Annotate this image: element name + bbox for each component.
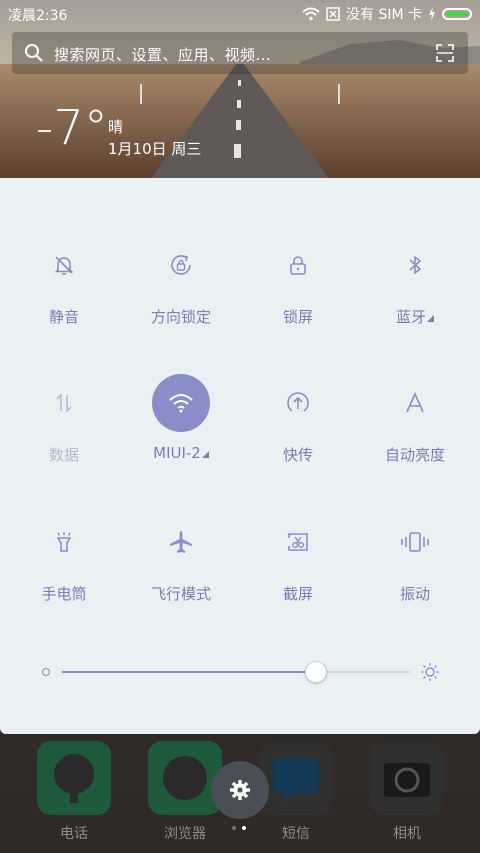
rotation-lock-icon <box>171 255 191 275</box>
quick-settings-panel: 静音 方向锁定 锁屏 蓝牙 数据 MIUI-2 快传 自动亮度 手电筒 飞行模式… <box>0 178 480 734</box>
flashlight-icon <box>57 532 71 552</box>
tile-airplane-mode[interactable]: 飞行模式 <box>121 503 241 613</box>
phone-app-glyph <box>54 754 94 803</box>
wifi-icon <box>169 394 193 413</box>
messages-app-glyph <box>273 759 319 803</box>
tile-wifi-label: MIUI-2 <box>121 444 241 462</box>
settings-button[interactable] <box>211 761 269 819</box>
tile-rotation-lock-icon-wrap <box>152 236 210 294</box>
tile-wifi-icon-wrap <box>152 374 210 432</box>
expand-indicator-icon <box>427 315 434 322</box>
brightness-high-icon <box>421 663 439 681</box>
tile-bluetooth-label: 蓝牙 <box>355 306 475 327</box>
browser-app-icon[interactable] <box>148 741 222 815</box>
brightness-track[interactable] <box>62 671 410 673</box>
phone-app-icon[interactable] <box>37 741 111 815</box>
browser-app-glyph <box>163 756 207 800</box>
battery-icon <box>442 8 472 20</box>
tile-mobile-data-icon-wrap <box>35 374 93 432</box>
camera-app-icon[interactable] <box>370 741 444 815</box>
brightness-knob[interactable] <box>305 661 327 683</box>
auto-brightness-icon <box>406 392 424 413</box>
tile-airplane-mode-label: 飞行模式 <box>150 585 211 603</box>
tile-lock-screen-label: 锁屏 <box>282 308 313 326</box>
weather-condition: 晴 <box>108 118 124 136</box>
tile-mute-label: 静音 <box>48 308 79 326</box>
screenshot-icon <box>288 533 308 551</box>
expand-indicator-icon <box>201 451 209 458</box>
page-dot-1 <box>232 826 236 830</box>
search-icon <box>25 44 43 62</box>
airplane-icon <box>170 531 192 553</box>
tile-mute-icon-wrap <box>35 236 93 294</box>
dock-label-phone: 电话 <box>60 826 88 842</box>
tile-lock-screen[interactable]: 锁屏 <box>238 226 358 336</box>
page-dot-2 <box>242 826 246 830</box>
tile-mobile-data[interactable]: 数据 <box>4 364 124 474</box>
scan-icon[interactable] <box>436 44 454 62</box>
search-placeholder: 搜索网页、设置、应用、视频... <box>54 46 272 64</box>
brightness-fill <box>62 671 316 673</box>
status-indicators: 没有 SIM 卡 <box>302 4 472 24</box>
vibrate-icon <box>401 532 429 552</box>
tile-screenshot[interactable]: 截屏 <box>238 503 358 613</box>
tile-lock-screen-icon-wrap <box>269 236 327 294</box>
tile-flashlight-label: 手电筒 <box>41 585 87 603</box>
tile-quick-transfer[interactable]: 快传 <box>238 364 358 474</box>
tile-bluetooth[interactable]: 蓝牙 <box>355 226 475 336</box>
tile-flashlight-icon-wrap <box>35 513 93 571</box>
dock-label-browser: 浏览器 <box>164 826 206 842</box>
tile-rotation-lock[interactable]: 方向锁定 <box>121 226 241 336</box>
tile-screenshot-label: 截屏 <box>282 585 313 603</box>
lock-icon <box>290 256 306 275</box>
brightness-low-icon <box>42 668 50 676</box>
tile-flashlight[interactable]: 手电筒 <box>4 503 124 613</box>
status-bar: 凌晨2:36 没有 SIM 卡 <box>0 0 480 28</box>
temperature: -7° <box>36 100 108 156</box>
bell-off-icon <box>54 256 74 275</box>
charging-icon <box>429 7 435 21</box>
battery-level <box>446 12 468 16</box>
bluetooth-icon <box>409 256 421 274</box>
no-sim-text: 没有 SIM 卡 <box>346 7 422 23</box>
weather-date: 1月10日 周三 <box>108 140 202 158</box>
tile-quick-transfer-label: 快传 <box>282 446 313 464</box>
gear-icon <box>230 780 250 800</box>
tile-vibrate-label: 振动 <box>399 585 430 603</box>
page-indicator <box>232 826 246 830</box>
mobile-data-icon <box>56 393 72 413</box>
brightness-slider[interactable] <box>40 658 440 688</box>
dock-label-messages: 短信 <box>282 826 310 842</box>
tile-wifi-text: MIUI-2 <box>153 444 201 462</box>
tile-auto-brightness[interactable]: 自动亮度 <box>355 364 475 474</box>
camera-app-glyph <box>384 763 430 797</box>
tile-vibrate[interactable]: 振动 <box>355 503 475 613</box>
tile-screenshot-icon-wrap <box>269 513 327 571</box>
wifi-icon <box>302 7 320 21</box>
tile-rotation-lock-label: 方向锁定 <box>150 308 211 326</box>
tile-auto-brightness-icon-wrap <box>386 374 444 432</box>
no-sim-icon <box>326 7 340 21</box>
quick-transfer-icon <box>287 392 309 412</box>
tile-bluetooth-icon-wrap <box>386 236 444 294</box>
tile-mobile-data-label: 数据 <box>48 446 79 464</box>
messages-app-icon[interactable] <box>259 741 333 815</box>
tile-auto-brightness-label: 自动亮度 <box>384 446 445 464</box>
tile-airplane-mode-icon-wrap <box>152 513 210 571</box>
tile-bluetooth-text: 蓝牙 <box>395 308 426 326</box>
tile-mute[interactable]: 静音 <box>4 226 124 336</box>
tile-vibrate-icon-wrap <box>386 513 444 571</box>
dock-label-camera: 相机 <box>393 826 421 842</box>
search-bar[interactable]: 搜索网页、设置、应用、视频... <box>12 32 468 74</box>
tile-wifi[interactable]: MIUI-2 <box>121 364 241 474</box>
status-time: 凌晨2:36 <box>8 8 68 24</box>
tile-quick-transfer-icon-wrap <box>269 374 327 432</box>
